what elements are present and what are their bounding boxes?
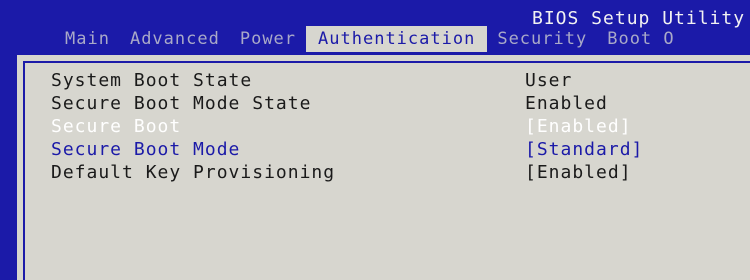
setting-row-secure-boot-mode-state: Secure Boot Mode State Enabled bbox=[51, 92, 711, 115]
setting-row-secure-boot-mode[interactable]: Secure Boot Mode [Standard] bbox=[51, 138, 711, 161]
setting-label: Secure Boot bbox=[51, 116, 182, 137]
tab-main[interactable]: Main bbox=[55, 26, 120, 52]
setting-row-secure-boot[interactable]: Secure Boot [Enabled] bbox=[51, 115, 711, 138]
tab-security[interactable]: Security bbox=[487, 26, 597, 52]
setting-label: Default Key Provisioning bbox=[51, 162, 336, 183]
setting-label: System Boot State bbox=[51, 70, 253, 91]
tab-authentication[interactable]: Authentication bbox=[306, 26, 488, 52]
setting-value[interactable]: [Enabled] bbox=[525, 162, 632, 183]
tab-advanced[interactable]: Advanced bbox=[120, 26, 230, 52]
tab-power[interactable]: Power bbox=[230, 26, 306, 52]
setting-value: User bbox=[525, 70, 573, 91]
setting-value[interactable]: [Standard] bbox=[525, 139, 643, 160]
tab-bar: Main Advanced Power Authentication Secur… bbox=[55, 22, 685, 52]
setting-value[interactable]: [Enabled] bbox=[525, 116, 632, 137]
settings-panel: System Boot State User Secure Boot Mode … bbox=[14, 52, 750, 280]
setting-label: Secure Boot Mode State bbox=[51, 93, 312, 114]
setting-value: Enabled bbox=[525, 93, 608, 114]
setting-row-default-key-provisioning[interactable]: Default Key Provisioning [Enabled] bbox=[51, 161, 711, 184]
bios-screen: BIOS Setup Utility Main Advanced Power A… bbox=[0, 0, 750, 280]
setting-label: Secure Boot Mode bbox=[51, 139, 241, 160]
setting-row-system-boot-state: System Boot State User bbox=[51, 69, 711, 92]
tab-boot[interactable]: Boot O bbox=[597, 26, 684, 52]
